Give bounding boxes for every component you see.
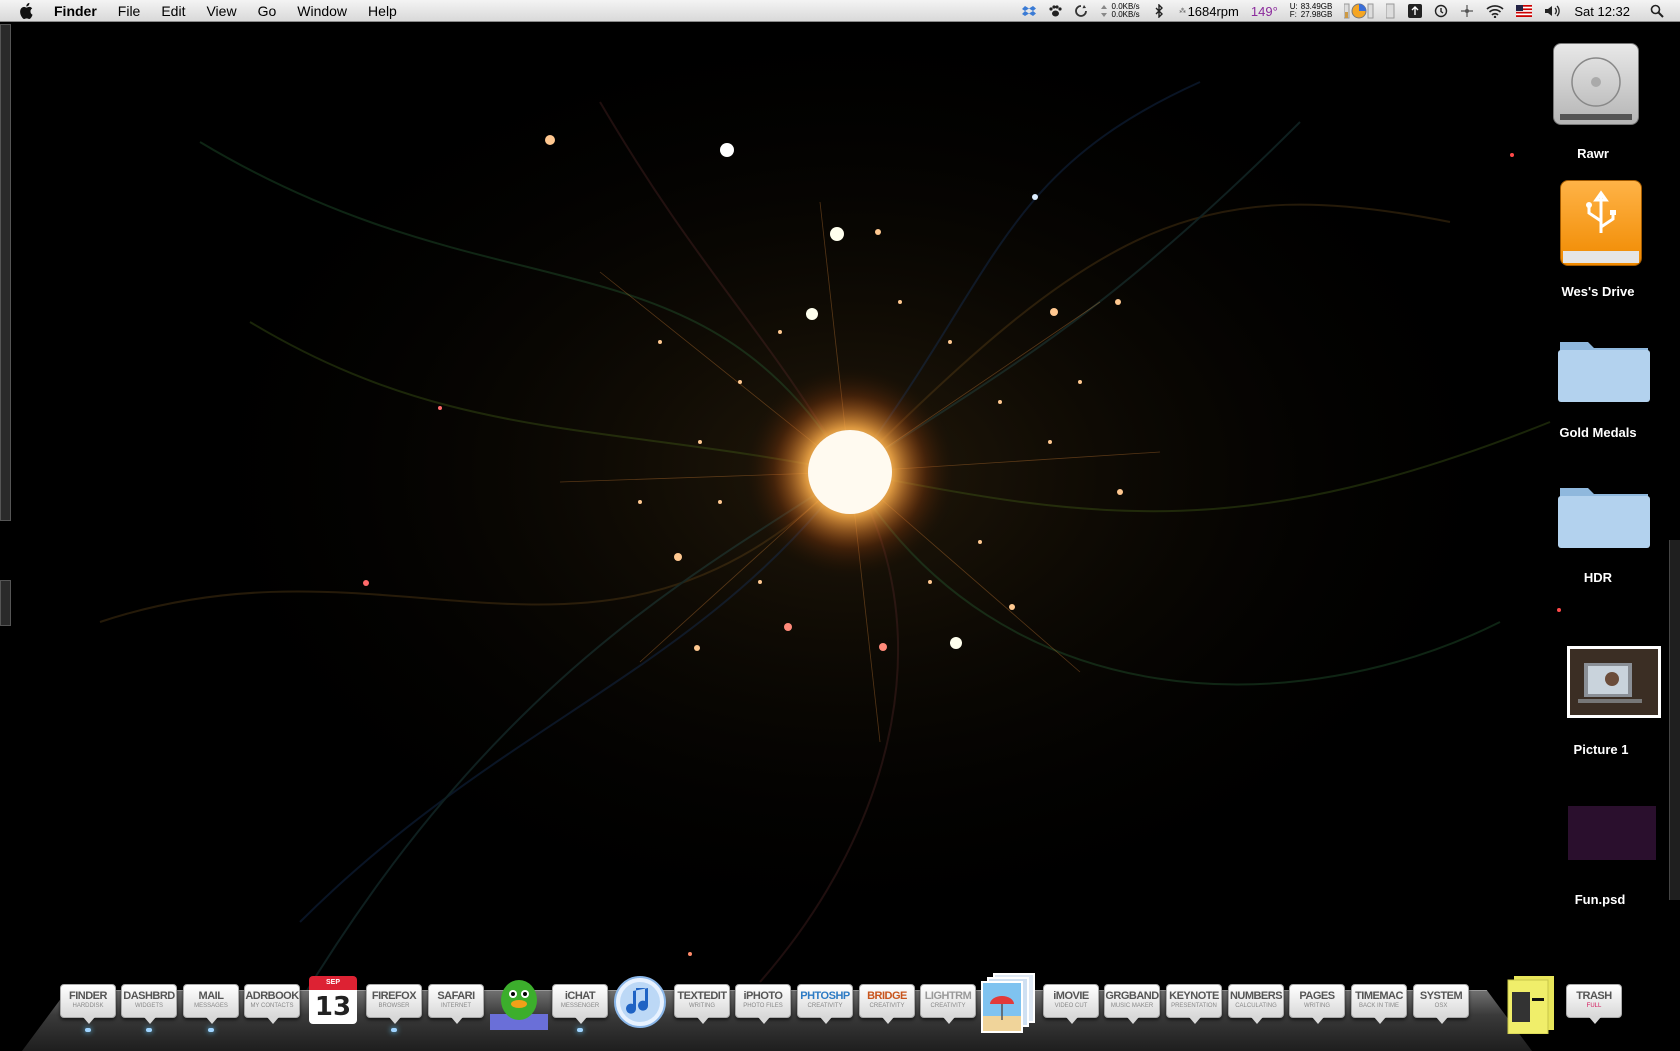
fan-speed-value: 1684rpm (1187, 3, 1239, 19)
desktop-icon-gold-medals[interactable]: Gold Medals (1538, 328, 1658, 448)
running-indicator (208, 1028, 214, 1032)
dock-item-keynote[interactable]: KEYNOTE PRESENTATION (1166, 984, 1222, 1024)
dropbox-icon[interactable] (1021, 4, 1036, 18)
dock-item-ical[interactable]: SEP 13 (309, 976, 357, 1026)
right-edge-scroller[interactable] (1669, 540, 1680, 900)
time-machine-icon[interactable] (1434, 4, 1448, 18)
desktop-icon-label: Gold Medals (1559, 425, 1637, 440)
dock-item-bridge[interactable]: BRIDGE CREATIVITY (859, 984, 915, 1024)
fan-icon: ⁂ (1178, 7, 1186, 15)
left-edge-handle[interactable] (0, 24, 11, 521)
desktop-icon-label: Fun.psd (1574, 892, 1626, 907)
menu-app-name[interactable]: Finder (54, 2, 97, 20)
net-down: 0.0KB/s (1111, 10, 1140, 19)
folder-icon (1558, 342, 1650, 402)
desktop-wallpaper (0, 22, 1680, 1050)
desktop-icon-picture-1[interactable]: Picture 1 (1541, 644, 1661, 759)
menu-file[interactable]: File (118, 2, 141, 20)
photo-stack-icon[interactable] (980, 972, 1038, 1034)
itunes-icon[interactable] (611, 976, 669, 1032)
desktop-icon-label: Wes's Drive (1561, 284, 1635, 299)
calendar-month: SEP (309, 976, 357, 990)
desktop-icon-fun-psd[interactable]: Fun.psd (1540, 804, 1660, 909)
bluetooth-icon[interactable] (1152, 4, 1166, 18)
menu-help[interactable]: Help (368, 2, 397, 20)
dock-item-ichat[interactable]: iCHAT MESSENGER (552, 984, 608, 1024)
sync-icon[interactable] (1074, 4, 1088, 18)
running-indicator (391, 1028, 397, 1032)
usb-drive-icon (1560, 180, 1642, 266)
menu-view[interactable]: View (206, 2, 236, 20)
dock-item-finder[interactable]: FINDER HARDDISK (60, 984, 116, 1024)
desktop-icon-rawr[interactable]: Rawr (1533, 40, 1653, 165)
desktop-icon-hdr[interactable]: HDR (1538, 474, 1658, 589)
running-indicator (146, 1028, 152, 1032)
documents-stack-icon[interactable] (1506, 974, 1558, 1034)
temperature-value: 149° (1250, 3, 1278, 19)
fan-speed[interactable]: ⁂ 1684rpm (1178, 4, 1239, 19)
dock-item-address-book[interactable]: ADRBOOK MY CONTACTS (244, 984, 300, 1024)
hard-drive-icon (1553, 43, 1639, 125)
running-indicator (577, 1028, 583, 1032)
temperature[interactable]: 149° (1251, 4, 1278, 19)
desktop-icon-label: Picture 1 (1573, 742, 1629, 757)
gestures-icon[interactable] (1408, 4, 1423, 18)
disk-usage[interactable]: U: F: 83.49GB 27.98GB (1290, 3, 1333, 19)
menu-window[interactable]: Window (297, 2, 347, 20)
dock-item-system-preferences[interactable]: SYSTEM OSX (1413, 984, 1469, 1024)
apple-menu-icon[interactable] (19, 2, 35, 20)
clock-text: Sat 12:32 (1574, 3, 1630, 19)
image-thumbnail (1567, 646, 1661, 718)
menu-bar: Finder File Edit View Go Window Help 0.0… (0, 0, 1680, 22)
memory-meter-icon[interactable] (1386, 3, 1396, 19)
dock-item-textedit[interactable]: TEXTEDIT WRITING (674, 984, 730, 1024)
disk-free: 27.98GB (1300, 10, 1333, 19)
menu-go[interactable]: Go (258, 2, 277, 20)
desktop-icon-label: Rawr (1577, 146, 1609, 161)
dock-item-dashboard[interactable]: DASHBRD WIDGETS (121, 984, 177, 1024)
paw-icon[interactable] (1048, 4, 1062, 18)
dock-item-safari[interactable]: SAFARI INTERNET (428, 984, 484, 1024)
adium-duck-icon[interactable] (490, 976, 548, 1032)
menu-edit[interactable]: Edit (161, 2, 185, 20)
input-flag-icon[interactable] (1516, 5, 1533, 17)
running-indicator (85, 1028, 91, 1032)
dock-item-photoshop[interactable]: PHTOSHP CREATIVITY (797, 984, 853, 1024)
dock-item-mail[interactable]: MAIL MESSAGES (183, 984, 239, 1024)
dock-item-garageband[interactable]: GRGBAND MUSIC MAKER (1104, 984, 1160, 1024)
desktop-icon-wes-drive[interactable]: Wes's Drive (1538, 178, 1658, 303)
clock[interactable]: Sat 12:32 (1574, 4, 1630, 19)
dock-item-numbers[interactable]: NUMBERS CALCULATING (1228, 984, 1284, 1024)
cpu-meter-icon[interactable] (1344, 3, 1374, 19)
psd-file-icon (1568, 806, 1656, 860)
spaces-icon[interactable] (1460, 4, 1474, 18)
dock-item-pages[interactable]: PAGES WRITING (1289, 984, 1345, 1024)
dock-item-iphoto[interactable]: iPHOTO PHOTO FILES (735, 984, 791, 1024)
folder-icon (1558, 488, 1650, 548)
left-drawer-tab[interactable] (0, 580, 11, 626)
wifi-icon[interactable] (1486, 4, 1504, 18)
network-throughput[interactable]: 0.0KB/s 0.0KB/s (1112, 3, 1140, 19)
desktop-icon-label: HDR (1583, 570, 1613, 585)
disk-free-label: F: (1289, 10, 1297, 19)
dock-item-lightroom[interactable]: LIGHTRM CREATIVITY (920, 984, 976, 1024)
dock: FINDER HARDDISK DASHBRD WIDGETS MAIL MESSAG… (56, 973, 1636, 1036)
network-activity-arrows-icon (1100, 4, 1108, 18)
volume-icon[interactable] (1544, 4, 1562, 18)
dock-item-firefox[interactable]: FIREFOX BROWSER (366, 984, 422, 1024)
calendar-day: 13 (309, 990, 357, 1024)
spotlight-icon[interactable] (1650, 4, 1664, 18)
dock-item-trash[interactable]: TRASH FULL (1566, 984, 1622, 1024)
dock-item-imovie[interactable]: iMOVIE VIDEO CUT (1043, 984, 1099, 1024)
dock-item-time-machine[interactable]: TIMEMAC BACK IN TIME (1351, 984, 1407, 1024)
